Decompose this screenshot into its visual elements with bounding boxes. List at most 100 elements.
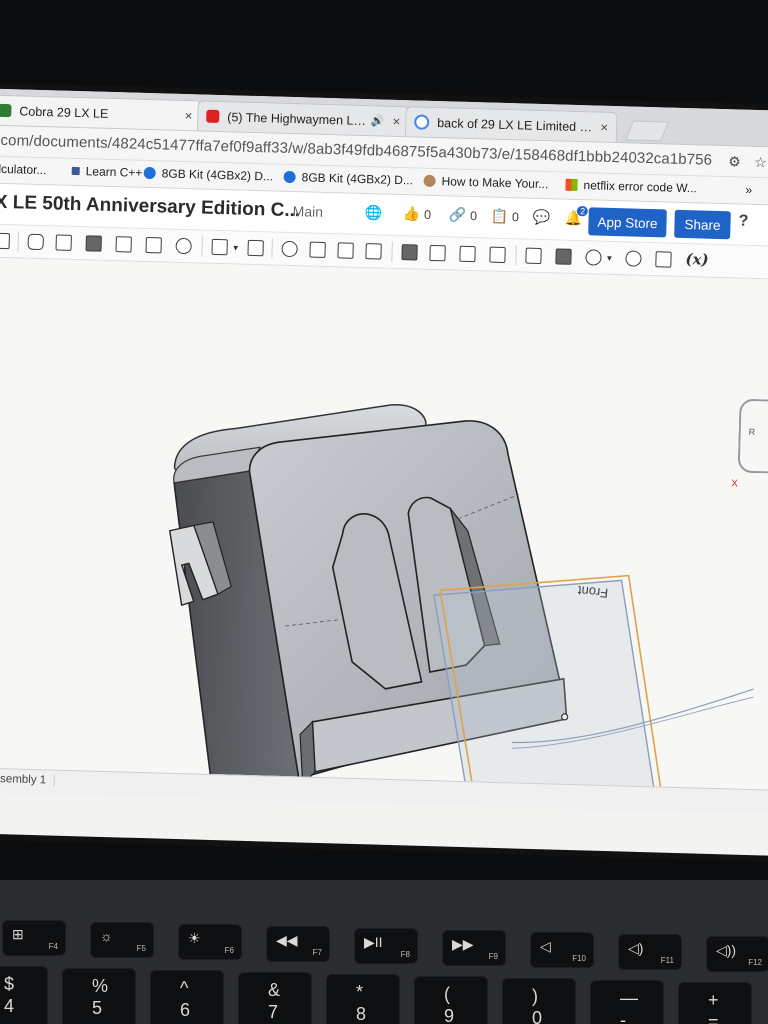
share-button[interactable]: Share [674,209,731,240]
extrude-tool-icon[interactable] [27,233,44,251]
view-cube[interactable]: R [737,398,768,474]
key-symbol: ◁)) [716,942,737,958]
like-button[interactable]: 👍 0 [402,205,431,223]
copy-button[interactable]: 📋 0 [490,208,519,226]
bookmark-how-to-make[interactable]: How to Make Your... [423,174,548,191]
link-count: 0 [469,208,478,223]
import-tool-icon[interactable] [655,251,672,268]
key-symbol: - [620,1010,626,1024]
boolean-tool-icon[interactable] [281,240,298,258]
delete-part-tool-icon[interactable] [365,243,382,260]
globe-icon[interactable]: 🌐 [364,204,382,221]
variable-tool-button[interactable]: (x) [685,250,709,269]
front-plane[interactable]: Front [426,570,757,790]
extension-icon[interactable]: ⚙ [728,153,741,170]
3d-viewport[interactable]: Front R X [0,256,768,790]
key-f7[interactable]: ◀◀ F7 [266,926,330,962]
mirror-tool-icon[interactable] [247,239,264,257]
key-4[interactable]: $ 4 [0,966,48,1024]
key-f4[interactable]: ⊞ F4 [2,920,66,956]
key-5[interactable]: % 5 [62,968,136,1024]
key-symbol: 5 [92,998,103,1018]
key-label: F10 [572,954,586,963]
toolbar-separator [201,236,203,257]
key-6[interactable]: ^ 6 [150,970,224,1024]
mate-connector-tool-icon[interactable] [555,248,572,265]
key-minus[interactable]: — - [590,980,664,1024]
comments-icon[interactable]: 💬 [532,209,550,226]
key-f10[interactable]: ◁ F10 [530,932,594,968]
link-button[interactable]: 🔗 0 [448,206,477,224]
key-f8[interactable]: ▶II F8 [354,928,418,964]
sketch-tool-icon[interactable] [0,232,10,250]
google-favicon-icon [414,114,430,130]
revolve-tool-icon[interactable] [55,234,72,251]
toolbar-separator [391,241,393,262]
key-0[interactable]: ) 0 [502,978,576,1024]
bookmark-label: 8GB Kit (4GBx2) D... [161,166,274,184]
transform-tool-icon[interactable] [337,242,354,259]
key-symbol: — [620,988,638,1008]
chevron-down-icon[interactable]: ▼ [232,243,240,252]
toolbar-separator [515,245,517,266]
helix-tool-icon[interactable] [585,249,602,266]
close-icon[interactable]: × [392,114,400,129]
bookmark-netflix-error[interactable]: netflix error code W... [565,178,697,195]
bookmark-label: How to Make Your... [441,174,549,192]
document-title[interactable]: X LE 50th Anniversary Edition C... [0,192,300,223]
thicken-tool-icon[interactable] [145,236,162,254]
key-f12[interactable]: ◁)) F12 [706,936,768,972]
new-tab-button[interactable] [625,120,669,142]
split-tool-icon[interactable] [309,241,326,258]
chevron-down-icon[interactable]: ▼ [605,254,613,263]
cad-model-canvas[interactable]: Front [0,257,768,790]
key-7[interactable]: & 7 [238,972,312,1024]
tab-label: (5) The Highwaymen Live in [227,109,368,128]
key-symbol: 9 [444,1006,455,1024]
offset-surface-tool-icon[interactable] [489,246,506,264]
tab-cobra[interactable]: Cobra 29 LX LE × [0,94,202,131]
like-count: 0 [423,207,432,222]
speaker-icon[interactable]: 🔊 [371,114,385,127]
close-icon[interactable]: × [185,108,193,123]
key-f11[interactable]: ◁) F11 [618,934,682,970]
key-symbol: ▶II [364,934,383,950]
bookmark-8gb-kit-2[interactable]: 8GB Kit (4GBx2) D... [283,170,413,187]
bookmarks-overflow[interactable]: » [745,183,752,197]
measure-tool-icon[interactable] [625,250,642,267]
key-f9[interactable]: ▶▶ F9 [442,930,506,966]
bookmark-learn-cpp[interactable]: Learn C++ [71,164,143,180]
copy-icon: 📋 [490,207,509,225]
replace-face-tool-icon[interactable] [459,245,476,263]
key-f6[interactable]: ☀ F6 [178,924,242,960]
key-equals[interactable]: + = [678,982,752,1024]
tab-highwaymen[interactable]: (5) The Highwaymen Live in 🔊 × [196,100,410,137]
key-8[interactable]: * 8 [326,974,400,1024]
sweep-tool-icon[interactable] [85,235,102,252]
notifications-button[interactable]: 🔔 2 [564,206,589,227]
app-store-button[interactable]: App Store [588,207,667,238]
pattern-tool-icon[interactable] [211,238,228,256]
fillet-tool-icon[interactable] [175,237,192,255]
overflow-chevron-icon: » [745,182,753,197]
close-icon[interactable]: × [600,120,608,135]
key-9[interactable]: ( 9 [414,976,488,1024]
delete-face-tool-icon[interactable] [429,244,446,262]
tab-label: back of 29 LX LE Limited Editio [437,115,593,134]
key-symbol: 7 [268,1002,279,1022]
plane-tool-icon[interactable] [525,247,542,265]
bookmark-8gb-kit-1[interactable]: 8GB Kit (4GBx2) D... [143,166,274,184]
tab-google-search[interactable]: back of 29 LX LE Limited Editio × [404,106,618,143]
assembly-tab[interactable]: Assembly 1 [0,772,56,787]
bookmark-label: Learn C++ [85,164,143,180]
key-label: F11 [660,956,674,965]
loft-tool-icon[interactable] [115,236,132,253]
branch-label[interactable]: Main [292,203,323,220]
bookmark-star-icon[interactable]: ☆ [754,154,767,171]
bookmark-calculator[interactable]: alculator... [0,162,47,178]
key-f5[interactable]: ☼ F5 [90,922,154,958]
bookmark-favicon-icon [71,166,80,176]
help-button[interactable]: ? [738,213,748,231]
move-face-tool-icon[interactable] [401,244,418,261]
key-symbol: = [708,1012,719,1024]
